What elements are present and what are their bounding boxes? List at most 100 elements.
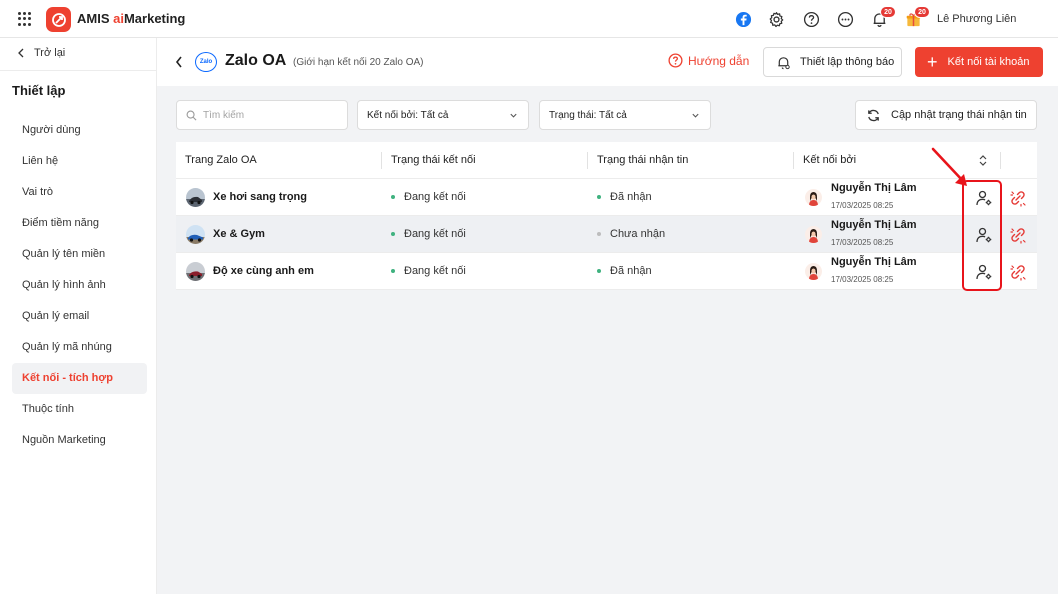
connect-status: Đang kết nối [391, 191, 466, 203]
refresh-icon [868, 109, 879, 121]
status-dot [597, 195, 601, 199]
connected-date: 17/03/2025 08:25 [831, 238, 894, 247]
brand-logo-icon[interactable] [46, 7, 71, 32]
user-avatar [805, 189, 822, 206]
sidebar-title: Thiết lập [12, 83, 66, 98]
connected-by-name: Nguyễn Thị Lâm [831, 219, 917, 231]
page-header: Zalo Zalo OA (Giới hạn kết nối 20 Zalo O… [157, 38, 1058, 86]
table-row: Xe & Gym Đang kết nối Chưa nhận Nguyễn T… [176, 216, 1037, 253]
status-filter-value: Trạng thái: Tất cả [549, 109, 627, 121]
connected-by-filter-value: Kết nối bởi: Tất cả [367, 109, 449, 121]
notification-settings-label: Thiết lập thông báo [800, 56, 895, 68]
top-bar: AMIS aiMarketing 20 20 Lê Phương Liên [0, 0, 1058, 38]
help-label: Hướng dẫn [688, 53, 750, 68]
chevron-down-icon [692, 113, 699, 118]
notification-settings-button[interactable]: Thiết lập thông báo [763, 47, 902, 77]
connect-account-label: Kết nối tài khoản [947, 56, 1030, 68]
oa-avatar [186, 188, 205, 207]
help-icon[interactable] [802, 10, 820, 28]
back-label: Trở lại [34, 47, 66, 59]
help-link[interactable]: Hướng dẫn [668, 53, 749, 68]
table-header: Trang Zalo OA Trạng thái kết nối Trạng t… [176, 142, 1037, 179]
oa-name[interactable]: Xe & Gym [213, 228, 265, 240]
connected-by-name: Nguyễn Thị Lâm [831, 182, 917, 194]
settings-sidebar: Trở lại Thiết lập Người dùng Liên hệ Vai… [0, 38, 157, 594]
column-separator [1000, 152, 1001, 169]
user-avatar [805, 226, 822, 243]
sidebar-item-images[interactable]: Quản lý hình ảnh [12, 270, 147, 301]
table-row: Xe hơi sang trọng Đang kết nối Đã nhận N… [176, 179, 1037, 216]
search-field[interactable] [176, 100, 348, 130]
receive-status: Chưa nhận [597, 228, 665, 240]
connected-by-name: Nguyễn Thị Lâm [831, 256, 917, 268]
sidebar-item-domains[interactable]: Quản lý tên miền [12, 239, 147, 270]
oa-avatar [186, 225, 205, 244]
status-dot [391, 269, 395, 273]
brand-name: AMIS aiMarketing [77, 11, 186, 26]
search-icon [186, 110, 197, 120]
status-dot [391, 232, 395, 236]
sidebar-menu: Người dùng Liên hệ Vai trò Điểm tiềm năn… [12, 115, 147, 456]
sidebar-item-embed-code[interactable]: Quản lý mã nhúng [12, 332, 147, 363]
sort-icon[interactable] [977, 154, 989, 167]
connected-date: 17/03/2025 08:25 [831, 201, 894, 210]
unlink-icon[interactable] [1009, 189, 1027, 207]
sidebar-item-contacts[interactable]: Liên hệ [12, 146, 147, 177]
help-circle-icon [668, 53, 683, 68]
app-launcher-icon[interactable] [18, 12, 32, 26]
bell-settings-icon [778, 56, 790, 69]
sidebar-item-users[interactable]: Người dùng [12, 115, 147, 146]
gift-count-badge: 20 [914, 6, 930, 18]
sidebar-item-integrations[interactable]: Kết nối - tích hợp [12, 363, 147, 394]
annotation-highlight-box [962, 180, 1002, 291]
zalo-oa-table: Trang Zalo OA Trạng thái kết nối Trạng t… [176, 142, 1037, 290]
facebook-icon[interactable] [734, 10, 752, 28]
sidebar-item-email[interactable]: Quản lý email [12, 301, 147, 332]
connected-date: 17/03/2025 08:25 [831, 275, 894, 284]
user-avatar [805, 263, 822, 280]
notification-count-badge: 20 [880, 6, 896, 18]
notification-bell-icon[interactable]: 20 [870, 6, 896, 28]
sidebar-divider [0, 70, 157, 71]
status-dot [597, 269, 601, 273]
receive-status: Đã nhận [597, 265, 652, 277]
gear-icon[interactable] [767, 10, 785, 28]
receive-status: Đã nhận [597, 191, 652, 203]
oa-avatar [186, 262, 205, 281]
main-content: Zalo Zalo OA (Giới hạn kết nối 20 Zalo O… [157, 38, 1058, 594]
unlink-icon[interactable] [1009, 263, 1027, 281]
sidebar-item-lead-score[interactable]: Điểm tiềm năng [12, 208, 147, 239]
connected-by-filter[interactable]: Kết nối bởi: Tất cả [357, 100, 529, 130]
connect-account-button[interactable]: + Kết nối tài khoản [915, 47, 1043, 77]
plus-icon: + [927, 52, 938, 72]
page-title: Zalo OA [225, 52, 287, 69]
connect-status: Đang kết nối [391, 228, 466, 240]
back-button[interactable]: Trở lại [16, 47, 65, 59]
zalo-logo-icon: Zalo [195, 52, 217, 72]
column-header-connect-status: Trạng thái kết nối [391, 154, 476, 166]
unlink-icon[interactable] [1009, 226, 1027, 244]
column-header-connected-by: Kết nối bởi [803, 154, 857, 166]
status-dot [391, 195, 395, 199]
current-user-name[interactable]: Lê Phương Liên [937, 13, 1016, 25]
sidebar-item-roles[interactable]: Vai trò [12, 177, 147, 208]
chevron-down-icon [510, 113, 517, 118]
refresh-receive-status-label: Cập nhật trạng thái nhận tin [891, 109, 1027, 121]
gift-icon[interactable]: 20 [904, 6, 930, 28]
oa-name[interactable]: Độ xe cùng anh em [213, 265, 314, 277]
search-input[interactable] [203, 109, 343, 121]
refresh-receive-status-button[interactable]: Cập nhật trạng thái nhận tin [855, 100, 1037, 130]
column-header-receive-status: Trạng thái nhận tin [597, 154, 689, 166]
page-subtitle: (Giới hạn kết nối 20 Zalo OA) [293, 57, 424, 68]
chevron-left-icon [18, 48, 24, 58]
status-filter[interactable]: Trạng thái: Tất cả [539, 100, 711, 130]
sidebar-item-marketing-source[interactable]: Nguồn Marketing [12, 425, 147, 456]
more-icon[interactable] [836, 10, 854, 28]
oa-name[interactable]: Xe hơi sang trọng [213, 191, 307, 203]
sidebar-item-attributes[interactable]: Thuộc tính [12, 394, 147, 425]
connect-status: Đang kết nối [391, 265, 466, 277]
chevron-left-icon[interactable] [174, 55, 184, 69]
column-header-page: Trang Zalo OA [185, 154, 257, 166]
table-row: Độ xe cùng anh em Đang kết nối Đã nhận N… [176, 253, 1037, 290]
status-dot [597, 232, 601, 236]
